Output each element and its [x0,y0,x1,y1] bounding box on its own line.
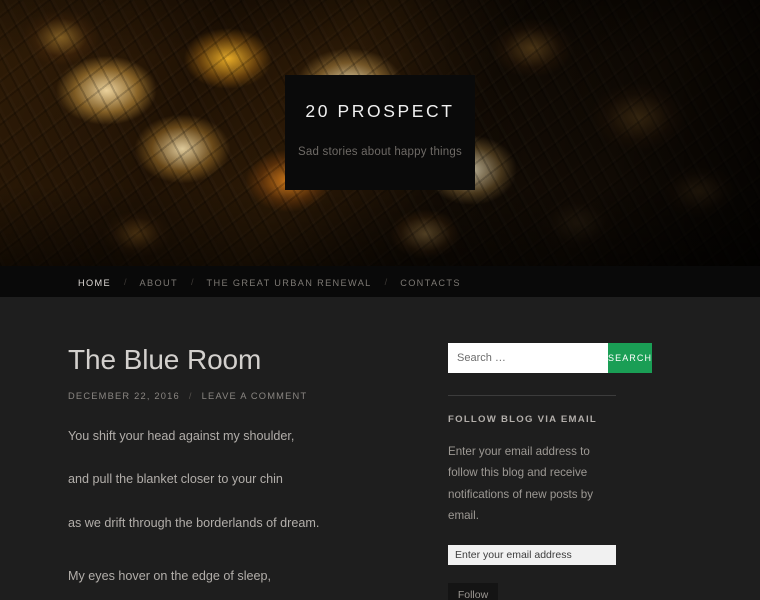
nav-item-the-great-urban-renewal[interactable]: THE GREAT URBAN RENEWAL [207,273,372,291]
site-header: 20 PROSPECT Sad stories about happy thin… [0,0,760,266]
widget-follow-blog-via-email: FOLLOW BLOG VIA EMAIL Enter your email a… [448,414,760,600]
site-title[interactable]: 20 PROSPECT [305,101,454,122]
search-submit-button[interactable]: SEARCH [608,343,653,373]
post-line: You shift your head against my shoulder, [68,428,295,443]
post-title[interactable]: The Blue Room [68,343,448,377]
post-line: as we drift through the borderlands of d… [68,515,320,530]
main-content: The Blue Room DECEMBER 22, 2016 / LEAVE … [0,343,448,600]
nav-item-contacts[interactable]: CONTACTS [400,273,461,291]
sidebar: SEARCH FOLLOW BLOG VIA EMAIL Enter your … [448,343,760,600]
widget-description: Enter your email address to follow this … [448,445,594,523]
post-line: and pull the blanket closer to your chin [68,472,283,487]
post-comments-link[interactable]: LEAVE A COMMENT [202,391,308,401]
post-date[interactable]: DECEMBER 22, 2016 [68,391,180,401]
nav-separator: / [190,276,194,287]
nav-link-contacts[interactable]: CONTACTS [400,278,461,288]
post-meta: DECEMBER 22, 2016 / LEAVE A COMMENT [68,391,448,401]
widget-search: SEARCH [448,343,760,373]
search-input[interactable] [448,343,608,373]
widget-divider [448,395,616,396]
nav-item-home[interactable]: HOME [78,273,111,291]
email-subscribe-input[interactable] [448,544,616,565]
site-branding[interactable]: 20 PROSPECT Sad stories about happy thin… [285,75,475,190]
nav-link-the-great-urban-renewal[interactable]: THE GREAT URBAN RENEWAL [207,278,372,288]
post-article: The Blue Room DECEMBER 22, 2016 / LEAVE … [68,343,448,587]
nav-separator: / [123,276,127,287]
primary-navigation[interactable]: HOME / ABOUT / THE GREAT URBAN RENEWAL /… [0,266,760,297]
widget-title: FOLLOW BLOG VIA EMAIL [448,414,598,425]
nav-link-about[interactable]: ABOUT [140,278,178,288]
follow-button[interactable]: Follow [448,582,498,600]
post-line: My eyes hover on the edge of sleep, [68,569,272,584]
nav-link-home[interactable]: HOME [78,278,111,288]
nav-separator: / [384,276,388,287]
post-meta-separator: / [188,390,193,401]
search-form[interactable]: SEARCH [448,343,653,373]
nav-item-about[interactable]: ABOUT [140,273,178,291]
post-body: You shift your head against my shoulder,… [68,427,448,587]
nav-list: HOME / ABOUT / THE GREAT URBAN RENEWAL /… [78,273,461,291]
site-tagline: Sad stories about happy things [298,146,462,158]
page-wrapper: The Blue Room DECEMBER 22, 2016 / LEAVE … [0,297,760,600]
